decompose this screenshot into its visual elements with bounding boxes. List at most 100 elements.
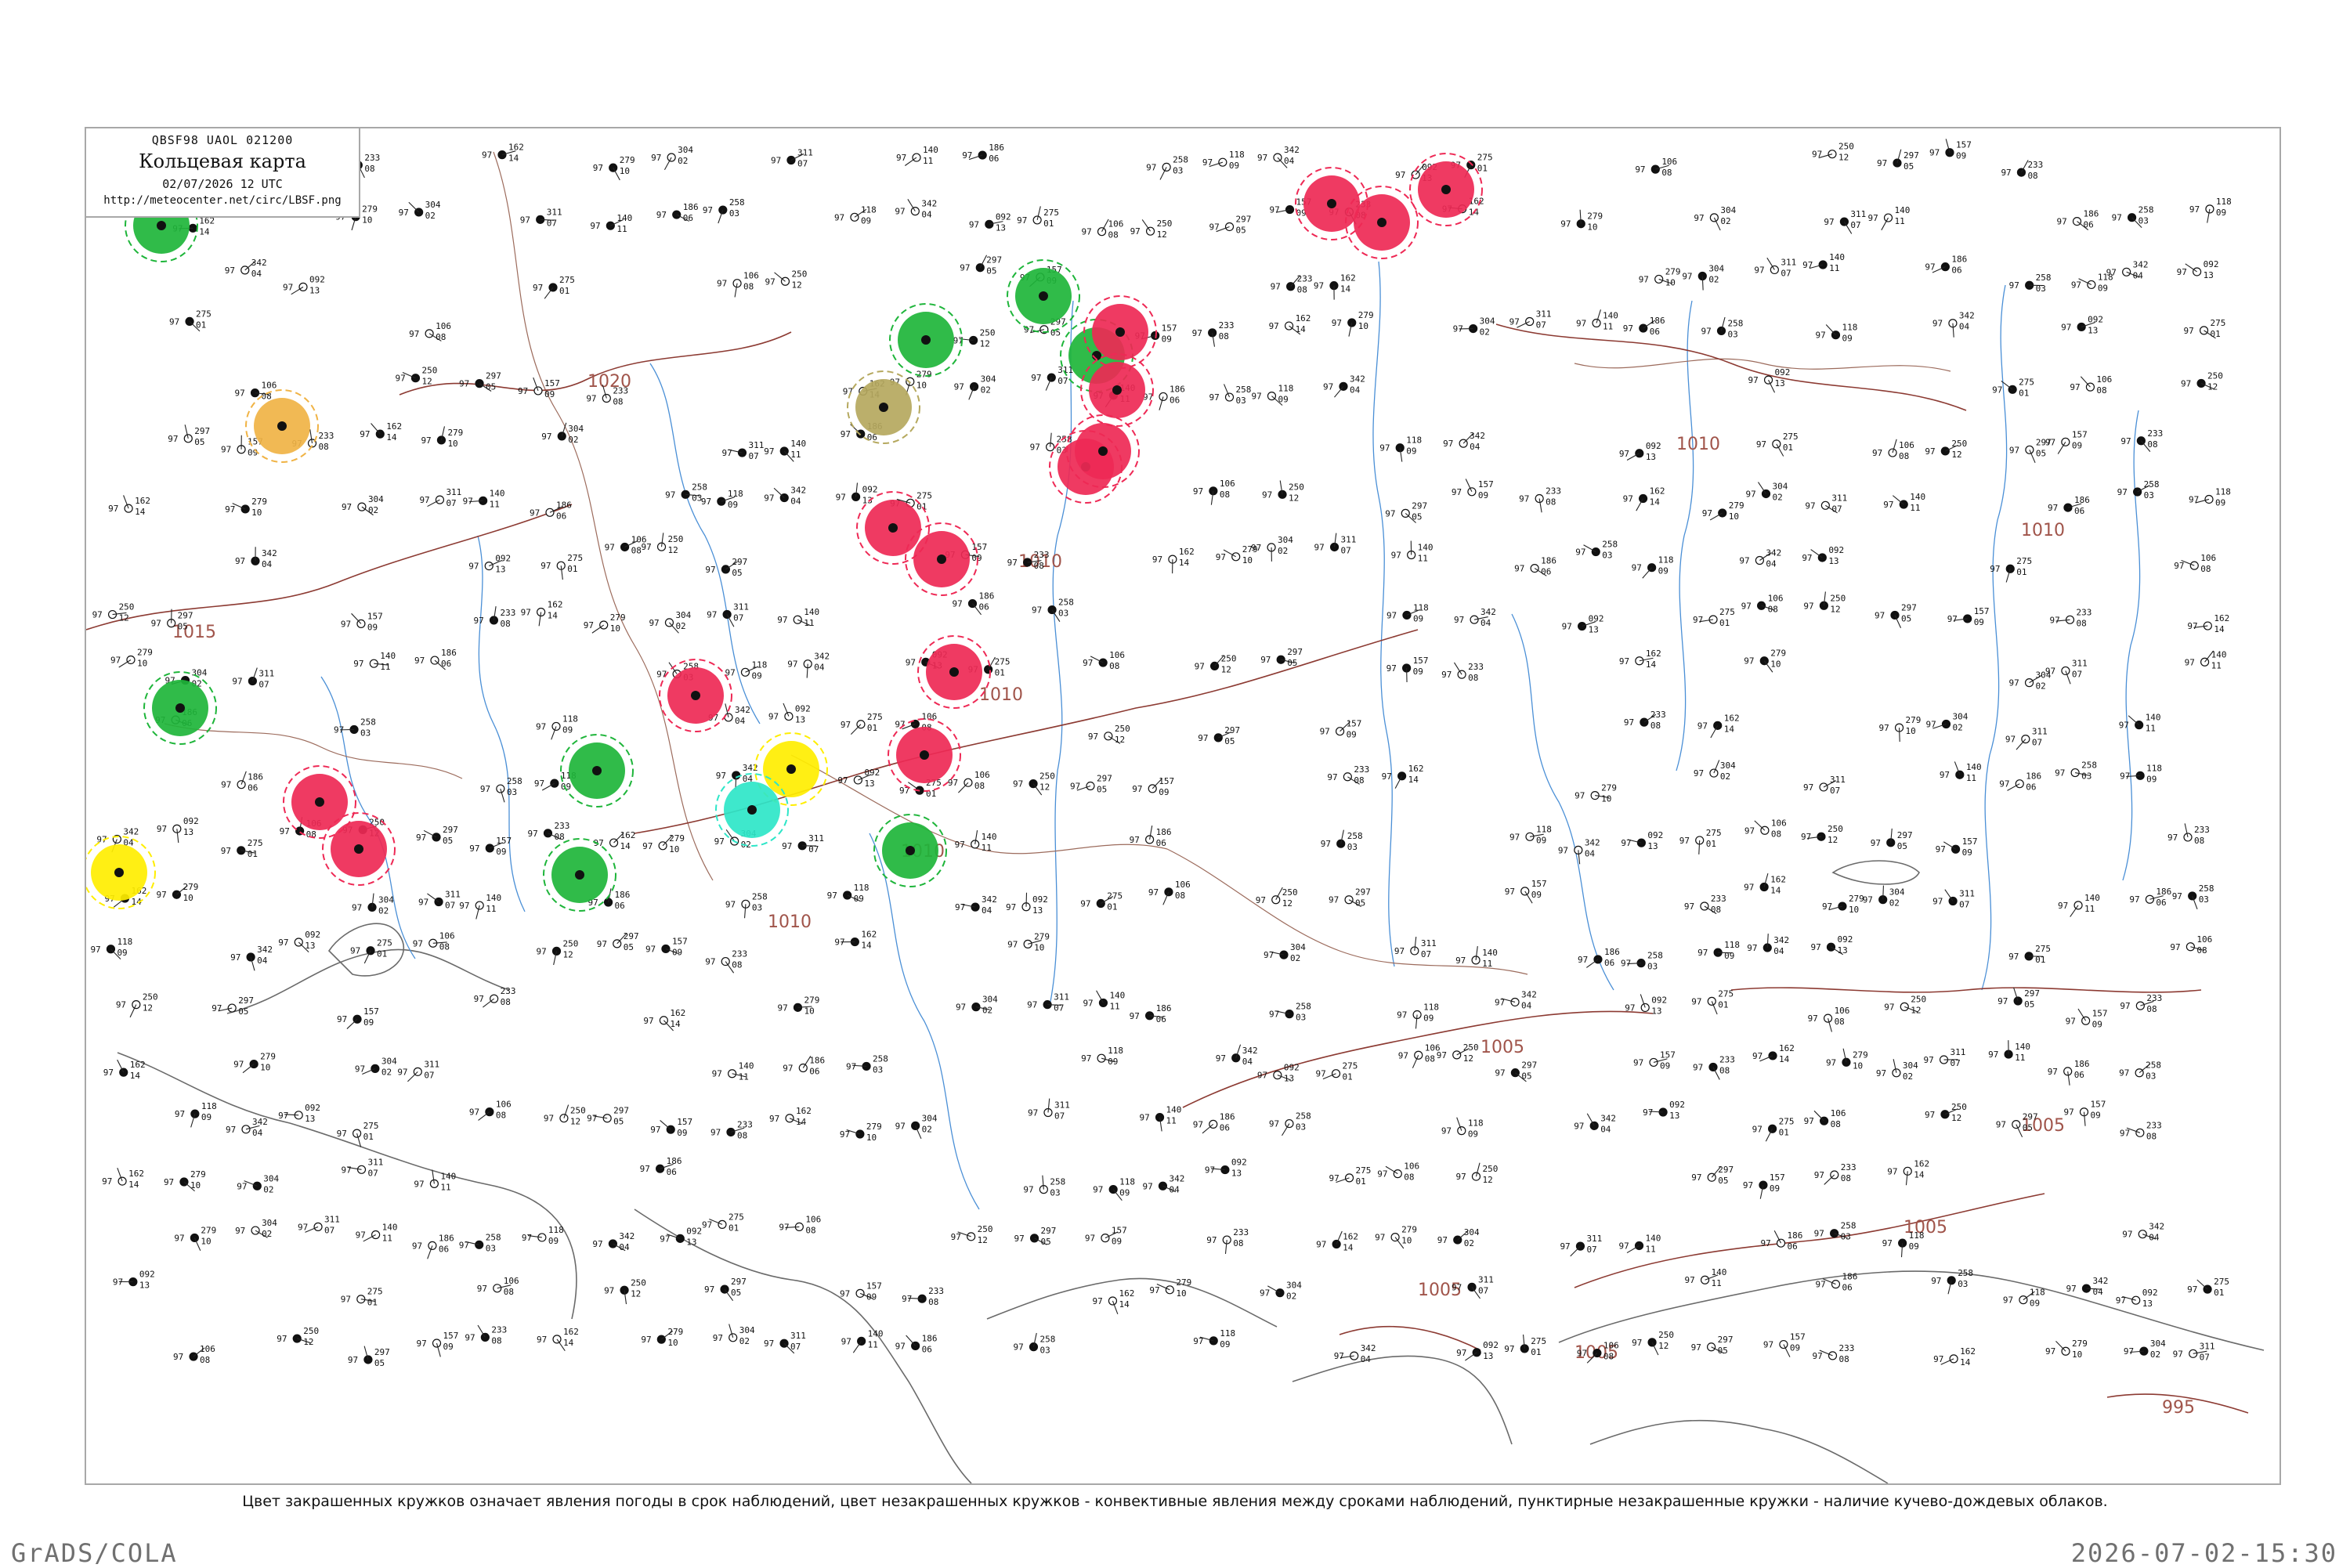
station-plot: 1579709 <box>1132 776 1174 797</box>
station-plot: 2339708 <box>1813 1343 1855 1364</box>
pressure-value: 258 <box>752 891 768 901</box>
tendency-value: 09 <box>2216 208 2226 218</box>
temperature-value: 97 <box>1882 1238 1893 1248</box>
station-plot: 3429704 <box>1454 607 1496 628</box>
temperature-value: 97 <box>951 1232 961 1242</box>
pressure-value: 157 <box>363 1006 379 1017</box>
temperature-value: 97 <box>1314 281 1324 291</box>
temperature-value: 97 <box>2129 894 2139 905</box>
tendency-value: 09 <box>1347 730 1357 740</box>
station-plot: 1409711 <box>955 830 997 853</box>
temperature-value: 97 <box>1092 1296 1102 1306</box>
pressure-value: 233 <box>2027 160 2043 170</box>
tendency-value: 09 <box>1229 161 1239 171</box>
station-plot: 2339708 <box>705 949 747 974</box>
temperature-value: 97 <box>714 836 725 847</box>
temperature-value: 97 <box>1932 319 1943 329</box>
station-dot <box>1441 185 1451 194</box>
temperature-value: 97 <box>782 841 792 851</box>
station-dot <box>315 797 324 807</box>
station-plot: 2589703 <box>459 1232 501 1253</box>
pressure-value: 157 <box>2092 1008 2108 1018</box>
tendency-value: 03 <box>2036 284 2046 294</box>
tendency-value: 10 <box>1242 555 1253 565</box>
wind-barb <box>2055 1341 2066 1351</box>
temperature-value: 97 <box>2048 503 2058 513</box>
tendency-value: 08 <box>2077 618 2087 628</box>
tendency-value: 03 <box>2144 490 2154 500</box>
tendency-value: 13 <box>1837 945 1847 956</box>
tendency-value: 09 <box>201 1112 212 1122</box>
tendency-value: 10 <box>804 1006 814 1016</box>
temperature-value: 97 <box>1756 439 1766 450</box>
pressure-value: 157 <box>367 611 383 621</box>
tendency-value: 01 <box>1107 902 1117 912</box>
temperature-value: 97 <box>2066 1284 2076 1294</box>
pressure-value: 258 <box>1296 1002 1311 1012</box>
tendency-value: 03 <box>1296 1013 1306 1023</box>
pressure-value: 162 <box>861 930 877 940</box>
tendency-value: 14 <box>128 1180 139 1190</box>
temperature-value: 97 <box>1694 768 1704 779</box>
temperature-value: 97 <box>1323 381 1333 392</box>
tendency-value: 12 <box>119 613 129 623</box>
temperature-value: 97 <box>1509 317 1520 327</box>
pressure-value: 233 <box>732 949 747 959</box>
pressure-value: 118 <box>1658 555 1674 565</box>
station-plot: 3049702 <box>713 1324 755 1346</box>
tendency-value: 07 <box>1341 545 1351 555</box>
pressure-value: 162 <box>548 600 563 610</box>
tendency-value: 04 <box>1600 1124 1611 1134</box>
tendency-value: 06 <box>1170 395 1180 405</box>
station-plot: 1629714 <box>1619 649 1661 670</box>
pressure-value: 304 <box>381 1056 397 1066</box>
temperature-value: 97 <box>341 619 351 629</box>
tendency-value: 13 <box>2204 270 2214 280</box>
tendency-value: 04 <box>1959 322 1970 332</box>
tendency-value: 05 <box>178 622 188 632</box>
tendency-value: 14 <box>1724 724 1735 734</box>
station-plot: 2509712 <box>1262 481 1304 504</box>
tendency-value: 09 <box>1536 835 1546 845</box>
pressure-value: 304 <box>1464 1227 1480 1237</box>
tendency-value: 02 <box>1290 953 1300 963</box>
station-plot: 0929713 <box>1643 1100 1685 1121</box>
tendency-value: 06 <box>1842 1283 1852 1293</box>
wind-barb <box>2070 905 2078 917</box>
temperature-value: 97 <box>702 1219 712 1230</box>
station-plot: 1629714 <box>521 600 563 627</box>
station-plot: 1869706 <box>1514 556 1556 577</box>
tendency-value: 08 <box>631 545 642 555</box>
tendency-value: 13 <box>996 222 1006 233</box>
tendency-value: 07 <box>2032 738 2042 748</box>
tendency-value: 12 <box>631 1288 641 1299</box>
temperature-value: 97 <box>1080 899 1090 909</box>
tendency-value: 12 <box>303 1337 313 1347</box>
river <box>1050 301 1073 1006</box>
tendency-value: 01 <box>1719 618 1730 628</box>
tendency-value: 14 <box>548 611 559 621</box>
pressure-value: 233 <box>2146 1120 2162 1130</box>
station-plot: 1579709 <box>650 1117 692 1138</box>
pressure-value: 092 <box>1669 1100 1685 1110</box>
temperature-value: 97 <box>2117 487 2128 497</box>
coastline <box>634 1209 971 1483</box>
temperature-value: 97 <box>334 724 344 735</box>
temperature-value: 97 <box>1256 895 1266 905</box>
temperature-value: 97 <box>2061 322 2071 332</box>
temperature-value: 97 <box>1868 213 1878 223</box>
pressure-value: 106 <box>1831 1108 1846 1118</box>
station-plot: 3429704 <box>1574 1113 1616 1134</box>
pressure-value: 297 <box>1904 150 1919 161</box>
temperature-value: 97 <box>1801 832 1811 842</box>
tendency-value: 11 <box>2211 660 2222 670</box>
tendency-value: 10 <box>866 1133 877 1143</box>
tendency-value: 02 <box>1286 1292 1296 1302</box>
pressure-value: 304 <box>1286 1281 1302 1291</box>
cloud-cover-symbol <box>787 157 795 164</box>
temperature-value: 97 <box>1509 832 1520 842</box>
station-plot: 3049702 <box>1251 535 1293 562</box>
pressure-value: 297 <box>1287 647 1303 657</box>
temperature-value: 97 <box>1391 551 1401 561</box>
pressure-value: 275 <box>248 838 263 848</box>
